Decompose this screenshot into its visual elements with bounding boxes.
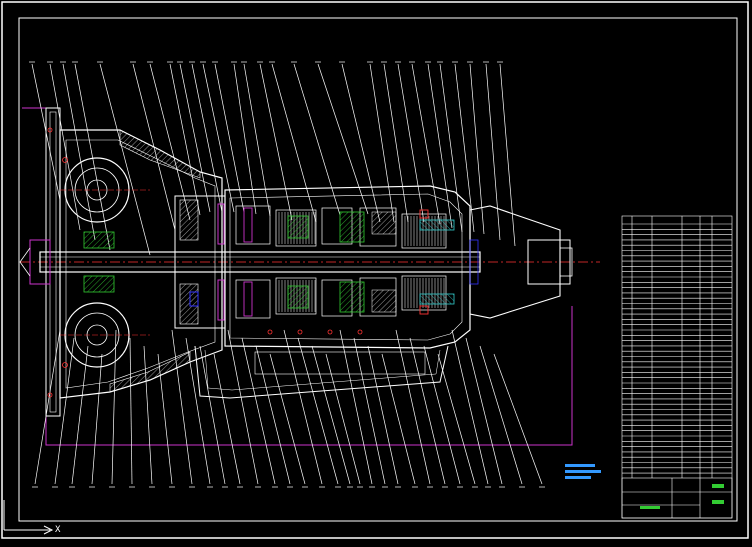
top-leader-line — [243, 63, 271, 217]
bottom-leader-line — [71, 345, 89, 485]
top-leader-line — [369, 63, 395, 223]
planet-carrier-1-lower — [287, 285, 309, 309]
top-leader-line — [62, 63, 96, 241]
bottom-leader-line — [269, 353, 306, 485]
converter-housing — [59, 129, 223, 399]
bottom-leader-line — [381, 353, 416, 485]
stator-hub-upper — [83, 231, 115, 249]
top-leader-line — [383, 63, 409, 223]
cyan-note-3 — [565, 476, 591, 479]
bottom-leader-line — [227, 329, 259, 485]
bottom-leader-line — [339, 329, 373, 485]
bottom-leader-line — [479, 345, 523, 485]
ucs-icon — [3, 500, 54, 535]
stator-hub-lower — [83, 275, 115, 293]
bottom-leader-line — [199, 345, 226, 485]
title-green-2 — [712, 500, 724, 504]
pump-hatch-lower — [179, 283, 199, 325]
bottom-leader-line — [255, 345, 291, 485]
top-leader-line — [341, 63, 381, 223]
bottom-leader-line — [437, 353, 476, 485]
top-leader-line — [49, 63, 81, 231]
planet-carrier-1-upper — [287, 215, 309, 239]
bottom-leader-line — [311, 345, 351, 485]
cyan-note-2 — [565, 470, 601, 473]
bottom-leader-line — [367, 345, 399, 485]
top-leader-line — [439, 63, 463, 233]
valve-body — [254, 351, 426, 375]
magenta-ring-lower — [243, 281, 253, 317]
ucs-x-label: X — [55, 525, 61, 535]
title-green-1 — [712, 484, 724, 488]
magenta-ring-upper — [243, 207, 253, 243]
top-leader-line — [397, 63, 425, 223]
cyan-sleeve-upper — [419, 219, 455, 231]
bottom-leader-line — [129, 337, 133, 485]
inner-frame — [18, 17, 738, 522]
top-leader-line — [191, 63, 223, 213]
case-rib-hatch-1 — [371, 211, 397, 235]
title-green-3 — [640, 506, 660, 509]
pump-magenta-lower — [217, 279, 225, 321]
top-leader-line — [411, 63, 441, 225]
pump-hatch-upper — [179, 199, 199, 241]
top-leader-line — [427, 63, 453, 229]
top-leader-line — [271, 63, 317, 223]
top-leader-line — [485, 63, 501, 241]
top-leader-line — [499, 63, 516, 247]
top-leader-line — [454, 63, 475, 233]
cyan-sleeve-lower — [419, 293, 455, 305]
bottom-leader-line — [493, 353, 543, 485]
case-rib-hatch-2 — [371, 289, 397, 313]
top-leader-line — [293, 63, 341, 216]
top-leader-line — [149, 63, 191, 221]
planet-carrier-2-upper — [339, 211, 365, 243]
cyan-note-1 — [565, 464, 595, 467]
top-leader-line — [233, 63, 257, 215]
converter-hatch-bottom — [109, 351, 191, 393]
bottom-leader-line — [241, 337, 276, 485]
bottom-leader-line — [283, 329, 323, 485]
assembly-drawing — [1, 1, 749, 539]
bottom-leader-line — [325, 353, 361, 485]
bottom-leader-line — [54, 337, 75, 485]
bottom-leader-line — [423, 345, 461, 485]
bottom-leader-line — [91, 353, 103, 485]
planet-carrier-2-lower — [339, 281, 365, 313]
bottom-leader-line — [111, 329, 117, 485]
pump-magenta-upper — [217, 203, 225, 245]
top-leader-line — [317, 63, 369, 215]
bottom-leader-line — [213, 353, 241, 485]
outer-frame — [1, 1, 749, 539]
bottom-leader-line — [353, 337, 386, 485]
parts-list-table — [621, 215, 733, 519]
cad-drawing-viewport[interactable]: X — [0, 0, 752, 543]
